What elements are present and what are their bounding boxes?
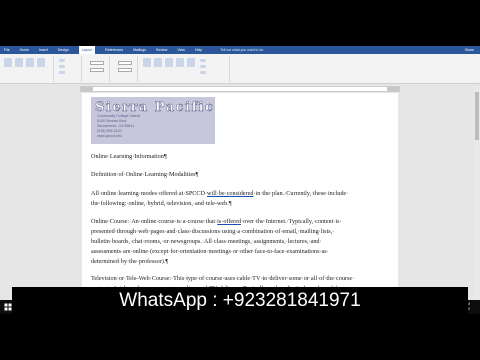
selected-logo-image[interactable]: Sierra Pacific Community College Distric…	[91, 97, 215, 144]
spacing-after-field[interactable]	[118, 68, 132, 72]
rotate-button[interactable]	[200, 71, 206, 74]
share-button[interactable]: Share	[465, 46, 474, 54]
whatsapp-number-text: WhatsApp : +923281841971	[119, 290, 361, 311]
ruler-right-margin	[387, 87, 399, 91]
spacing-before-field[interactable]	[118, 61, 132, 65]
tab-insert[interactable]: Insert	[39, 46, 48, 54]
video-frame: File Home Insert Design Layout Reference…	[0, 0, 480, 360]
tab-home[interactable]: Home	[20, 46, 29, 54]
tab-layout[interactable]: Layout	[78, 46, 96, 54]
whatsapp-overlay: WhatsApp : +923281841971	[12, 287, 468, 314]
word-window: File Home Insert Design Layout Reference…	[0, 46, 480, 314]
logo-line: (916) 555-0100	[97, 129, 122, 133]
align-button[interactable]	[200, 59, 206, 62]
tab-help[interactable]: Help	[195, 46, 202, 54]
subheading-definition[interactable]: Definition·of·Online·Learning·Modalities…	[91, 170, 389, 180]
logo-line: 5100 Sunrise Blvd.	[97, 119, 128, 123]
ruler-left-margin	[81, 87, 93, 91]
group-button[interactable]	[200, 65, 206, 68]
bring-forward-button[interactable]	[165, 58, 173, 67]
hyphenation-button[interactable]	[59, 71, 65, 74]
tab-design[interactable]: Design	[58, 46, 69, 54]
grammar-flag[interactable]: will·be·considered	[207, 190, 253, 197]
logo-line: www.spccd.edu	[97, 134, 122, 138]
line-numbers-button[interactable]	[59, 65, 65, 68]
scrollbar-thumb[interactable]	[475, 92, 479, 140]
ribbon-tab-bar: File Home Insert Design Layout Reference…	[0, 46, 480, 54]
send-backward-button[interactable]	[176, 58, 184, 67]
page-setup-group	[2, 56, 54, 82]
horizontal-ruler[interactable]	[80, 86, 400, 92]
tab-mailings[interactable]: Mailings	[133, 46, 146, 54]
breaks-button[interactable]	[59, 59, 65, 62]
tell-me-search[interactable]: Tell me what you want to do	[220, 48, 263, 52]
grammar-flag[interactable]: is·offered	[217, 218, 241, 225]
orientation-button[interactable]	[15, 58, 23, 67]
columns-button[interactable]	[37, 58, 45, 67]
paragraph-online-course[interactable]: Online·Course:·An·online·course·is·a·cou…	[91, 217, 389, 267]
position-button[interactable]	[143, 58, 151, 67]
indent-right-field[interactable]	[90, 68, 104, 72]
document-page[interactable]: Sierra Pacific Community College Distric…	[82, 93, 398, 314]
wrap-text-button[interactable]	[154, 58, 162, 67]
windows-start-icon[interactable]	[4, 303, 12, 311]
tab-references[interactable]: References	[105, 46, 123, 54]
size-button[interactable]	[26, 58, 34, 67]
indent-left-field[interactable]	[90, 61, 104, 65]
heading-online-learning[interactable]: Online·Learning·Information¶	[91, 152, 389, 162]
logo-line: Sacramento, CA 95841	[97, 124, 135, 128]
tab-review[interactable]: Review	[156, 46, 167, 54]
ribbon-layout	[0, 54, 480, 84]
selection-pane-button[interactable]	[187, 58, 195, 67]
indent-group	[84, 56, 110, 82]
logo-title: Sierra Pacific	[95, 100, 215, 116]
logo-line: Community College District	[97, 114, 141, 118]
margins-button[interactable]	[4, 58, 12, 67]
tab-view[interactable]: View	[177, 46, 185, 54]
arrange-group	[140, 56, 230, 82]
tab-file[interactable]: File	[4, 46, 10, 54]
vertical-scrollbar[interactable]	[474, 86, 480, 314]
breaks-group	[56, 56, 82, 82]
paragraph-modes[interactable]: All·online·learning·modes·offered·at·SPC…	[91, 189, 389, 209]
spacing-group	[112, 56, 138, 82]
